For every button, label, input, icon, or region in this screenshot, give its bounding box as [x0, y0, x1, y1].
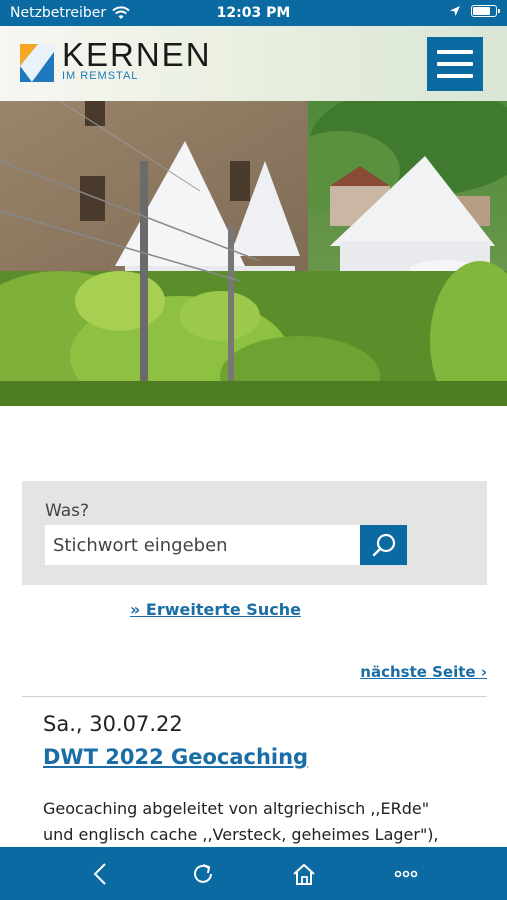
hero-image — [0, 101, 507, 406]
location-arrow-icon — [450, 6, 460, 16]
home-button[interactable] — [282, 852, 326, 896]
status-bar: Netzbetreiber 12:03 PM — [0, 0, 507, 26]
event-title-link[interactable]: DWT 2022 Geocaching — [43, 745, 308, 769]
event-description: Geocaching abgeleitet von altgriechisch … — [43, 799, 439, 844]
home-icon — [293, 863, 316, 885]
menu-line — [437, 62, 473, 66]
brand-name: KERNEN — [62, 36, 212, 73]
reload-button[interactable] — [181, 852, 225, 896]
menu-line — [437, 74, 473, 78]
more-button[interactable] — [384, 852, 428, 896]
menu-line — [437, 50, 473, 54]
advanced-search-link[interactable]: » Erweiterte Suche — [130, 600, 301, 619]
photo-vineyard-tents — [0, 101, 507, 406]
battery-fill — [473, 7, 490, 15]
reload-icon — [193, 863, 212, 883]
search-input[interactable] — [45, 525, 360, 565]
status-time: 12:03 PM — [216, 5, 291, 21]
battery-icon — [471, 5, 500, 17]
chevron-left-icon — [93, 862, 106, 885]
event-date: Sa., 30.07.22 — [43, 712, 183, 736]
search-icon — [372, 533, 395, 557]
kernen-logo-icon[interactable] — [20, 44, 54, 82]
brand[interactable]: KERNEN IM REMSTAL — [62, 36, 212, 83]
search-button[interactable] — [360, 525, 407, 565]
site-header: KERNEN IM REMSTAL — [0, 26, 507, 101]
search-label: Was? — [45, 501, 90, 521]
search-panel: Was? — [22, 481, 487, 585]
next-page-link[interactable]: nächste Seite › — [360, 663, 487, 681]
hamburger-menu-button[interactable] — [427, 37, 483, 91]
status-right — [449, 5, 500, 17]
divider — [22, 696, 487, 697]
back-button[interactable] — [79, 852, 123, 896]
bottom-toolbar — [0, 847, 507, 900]
more-icon — [394, 870, 418, 877]
